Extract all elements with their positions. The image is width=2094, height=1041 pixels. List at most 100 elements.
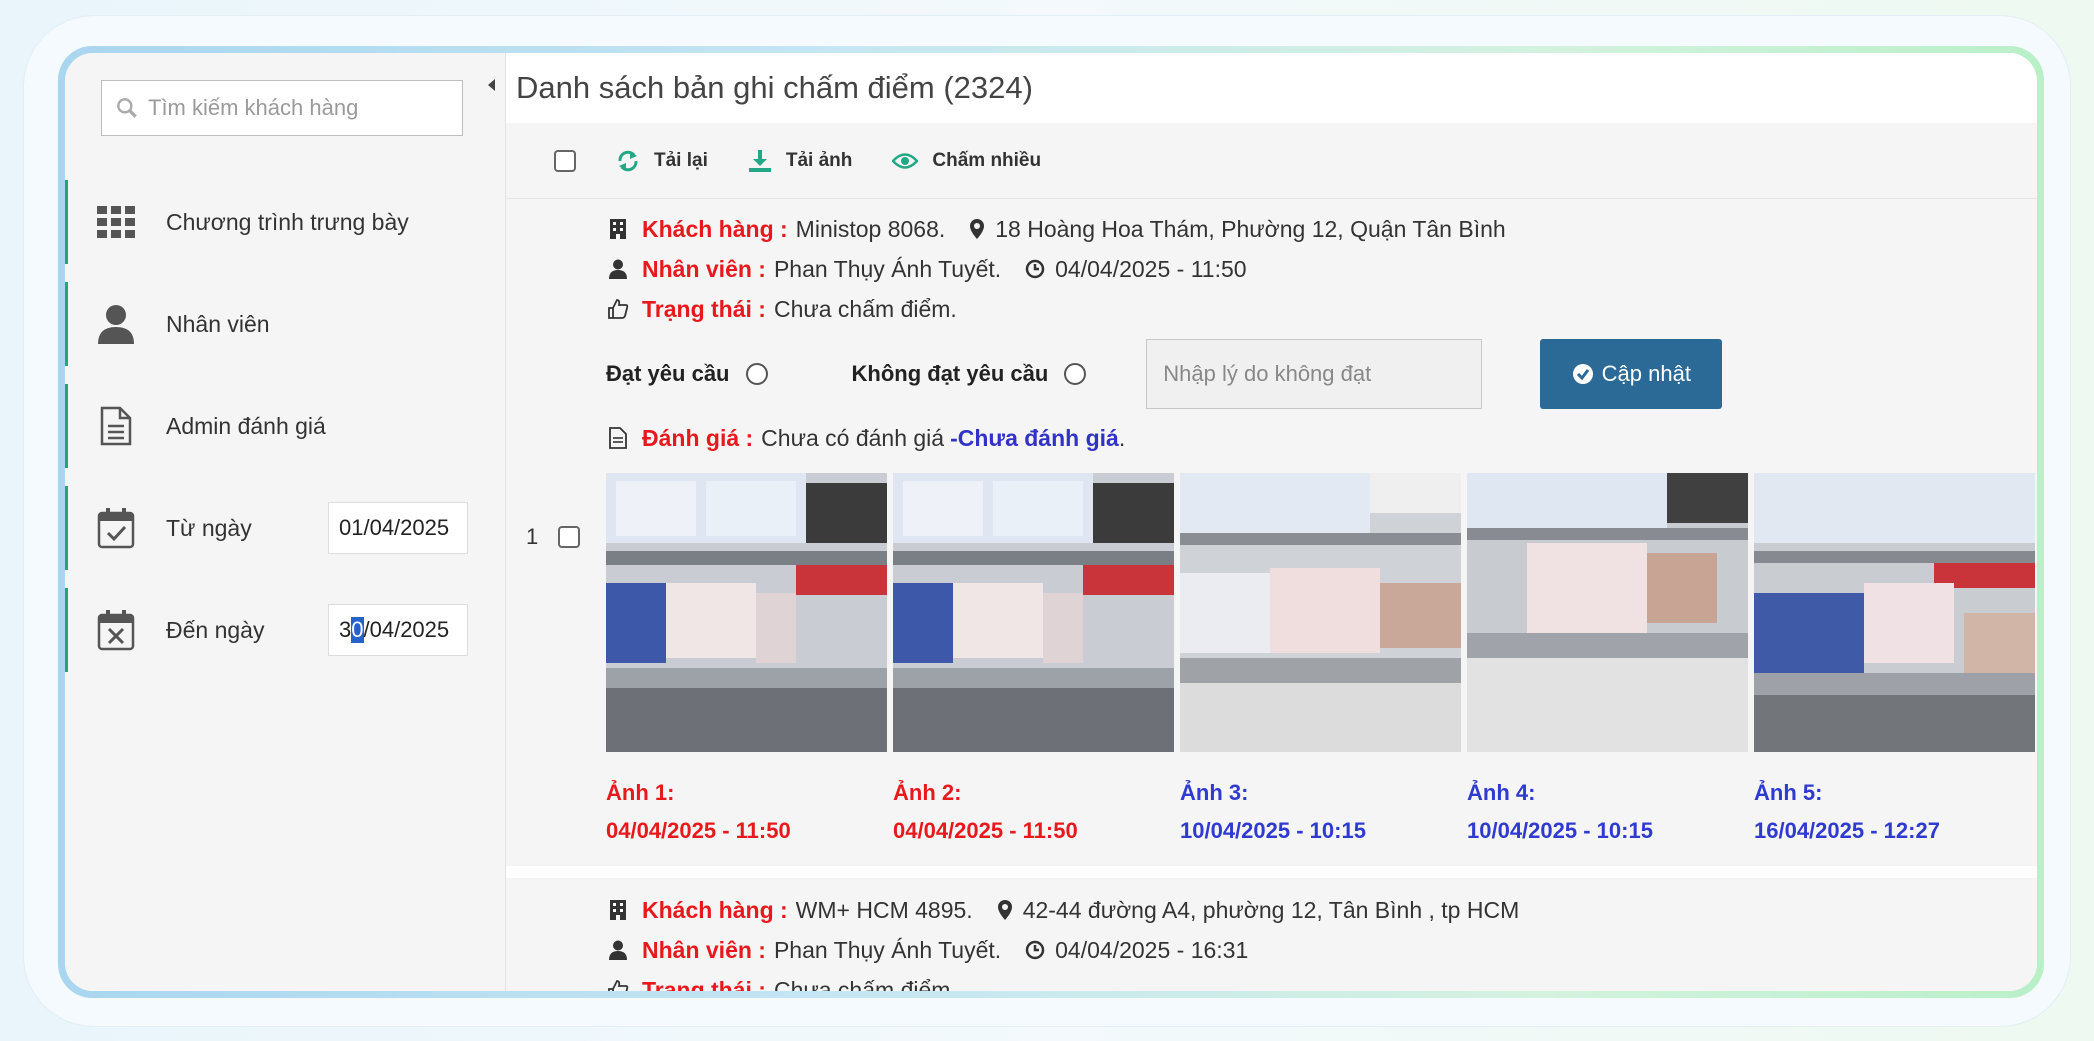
update-button[interactable]: Cập nhật [1540,339,1723,409]
sidebar: Chương trình trưng bày Nhân viên [65,53,506,991]
photo-time: 04/04/2025 - 11:50 [606,818,791,843]
from-date-input[interactable]: 01/04/2025 [328,502,468,554]
to-date-part: 3 [339,617,352,642]
shelf-photo[interactable] [1754,473,2035,752]
sidebar-collapse-toggle[interactable] [481,65,501,105]
record-separator [506,866,2037,878]
photo-label: Ảnh 3: [1180,780,1249,805]
sidebar-item-label: Đến ngày [166,616,265,643]
search-input[interactable] [148,95,448,121]
check-circle-icon [1572,364,1593,384]
grid-icon [96,202,136,242]
review-line: Đánh giá : Chưa có đánh giá -Chưa đánh g… [606,415,2037,461]
record-card: 1 Khách hàng : Ministop 8068. 18 Hoàng H… [506,199,2037,866]
caret-left-icon [488,79,495,91]
thumbs-up-icon [606,979,630,991]
select-all-checkbox[interactable] [554,149,576,172]
pass-label: Đạt yêu cầu [606,361,730,386]
photo-caption: Ảnh 5: 16/04/2025 - 12:27 [1754,774,2037,850]
customer-name: WM+ HCM 4895. [795,896,973,923]
sidebar-item-label: Admin đánh giá [166,412,326,439]
update-label: Cập nhật [1601,361,1691,386]
building-icon [606,899,630,921]
grade-many-button[interactable]: Chấm nhiều [892,150,1041,172]
customer-address: 18 Hoàng Hoa Thám, Phường 12, Quận Tân B… [995,215,1506,242]
sidebar-item-label: Từ ngày [166,514,252,541]
photo-time: 04/04/2025 - 11:50 [893,818,1078,843]
customer-line: Khách hàng : WM+ HCM 4895. 42-44 đường A… [606,890,2037,930]
photo-gallery: Ảnh 1: 04/04/2025 - 11:50 Ảnh 2: 04/04/2… [606,473,2037,850]
page-title: Danh sách bản ghi chấm điểm (2324) [516,70,1033,105]
fail-reason-input[interactable] [1146,339,1483,409]
reload-label: Tải lại [654,149,708,171]
pass-radio[interactable] [745,363,768,385]
customer-line: Khách hàng : Ministop 8068. 18 Hoàng Hoa… [606,209,2037,249]
user-icon [606,259,630,279]
photo-time: 16/04/2025 - 12:27 [1754,818,1940,843]
review-end: . [1118,424,1126,451]
staff-label: Nhân viên : [642,255,766,282]
sidebar-item-label: Nhân viên [166,310,270,337]
status-value: Chưa chấm điểm. [773,295,957,322]
status-line: Trạng thái : Chưa chấm điểm. [606,970,2037,991]
status-label: Trạng thái : [642,295,766,322]
photo-item: Ảnh 4: 10/04/2025 - 10:15 [1467,473,1754,850]
building-icon [606,218,630,240]
search-icon [117,98,137,118]
shelf-photo[interactable] [893,473,1174,752]
map-marker-icon [997,899,1013,921]
review-label: Đánh giá : [642,424,754,451]
user-icon [606,940,630,960]
staff-line: Nhân viên : Phan Thụy Ánh Tuyết. 04/04/2… [606,249,2037,289]
evaluation-row: Đạt yêu cầu Không đạt yêu cầu Cập nhật [606,333,2037,415]
fail-radio[interactable] [1064,363,1087,385]
photo-time: 10/04/2025 - 10:15 [1180,818,1366,843]
customer-search[interactable] [101,80,463,136]
document-icon [96,406,136,446]
shelf-photo[interactable] [606,473,887,752]
from-date-value: 01/04/2025 [339,515,450,540]
to-date-part: /04/2025 [363,617,450,642]
sidebar-item-to-date: Đến ngày 3 0/04/2025 [65,588,506,672]
photo-item: Ảnh 3: 10/04/2025 - 10:15 [1180,473,1467,850]
sidebar-item-from-date: Từ ngày 01/04/2025 [65,486,506,570]
photo-label: Ảnh 1: [606,780,675,805]
eye-icon [892,152,919,169]
shelf-photo[interactable] [1467,473,1748,752]
photo-time: 10/04/2025 - 10:15 [1467,818,1653,843]
customer-label: Khách hàng : [642,896,788,923]
download-icon [748,149,771,172]
sidebar-item-admin-review[interactable]: Admin đánh giá [65,384,506,468]
shelf-photo[interactable] [1180,473,1461,752]
user-icon [96,304,136,344]
staff-name: Phan Thụy Ánh Tuyết. [773,936,1002,963]
to-date-input[interactable]: 3 0/04/2025 [328,604,468,656]
photo-item: Ảnh 1: 04/04/2025 - 11:50 [606,473,893,850]
photo-caption: Ảnh 3: 10/04/2025 - 10:15 [1180,774,1467,850]
photo-label: Ảnh 2: [893,780,962,805]
photo-caption: Ảnh 1: 04/04/2025 - 11:50 [606,774,893,850]
main-panel: Danh sách bản ghi chấm điểm (2324) Tải l… [506,53,2037,991]
grade-many-label: Chấm nhiều [932,149,1042,171]
record-number: 1 [526,524,539,549]
calendar-x-icon [96,610,136,651]
record-time: 04/04/2025 - 16:31 [1055,936,1249,963]
status-label: Trạng thái : [642,976,766,992]
status-value: Chưa chấm điểm. [773,976,957,992]
sidebar-item-display-program[interactable]: Chương trình trưng bày [65,180,506,264]
toolbar: Tải lại Tải ảnh Chấm nhiều [506,123,2037,199]
map-marker-icon [969,218,985,240]
download-images-button[interactable]: Tải ảnh [748,149,852,173]
review-text: Chưa có đánh giá [761,424,945,451]
staff-line: Nhân viên : Phan Thụy Ánh Tuyết. 04/04/2… [606,930,2037,970]
customer-label: Khách hàng : [642,215,788,242]
window-frame: Chương trình trưng bày Nhân viên [58,46,2044,998]
reload-button[interactable]: Tải lại [616,149,708,173]
photo-item: Ảnh 5: 16/04/2025 - 12:27 [1754,473,2037,850]
photo-label: Ảnh 4: [1467,780,1536,805]
photo-caption: Ảnh 2: 04/04/2025 - 11:50 [893,774,1180,850]
sidebar-item-staff[interactable]: Nhân viên [65,282,506,366]
record-checkbox[interactable] [558,526,581,548]
record-index: 1 [526,524,581,550]
photo-label: Ảnh 5: [1754,780,1823,805]
